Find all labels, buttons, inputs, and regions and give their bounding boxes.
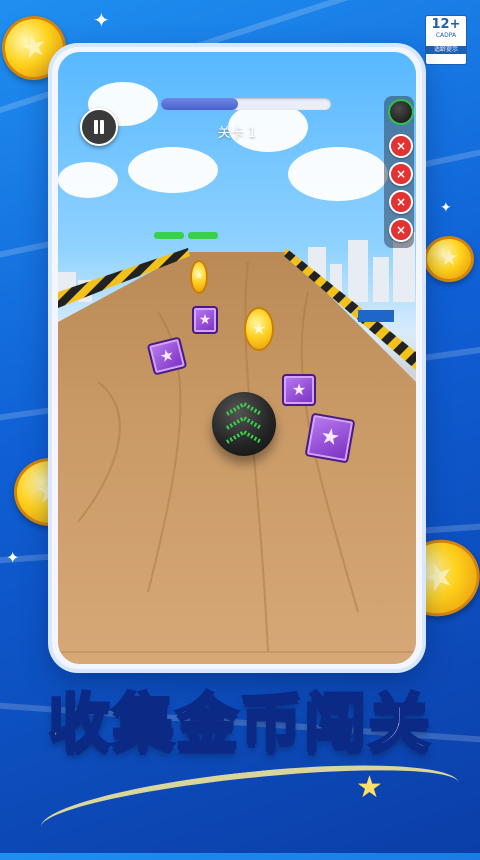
age-rating-badge: 12+ CADPA 适龄提示 <box>425 15 467 65</box>
age-rating-org: CADPA <box>435 32 457 39</box>
sparkle-icon: ✦ <box>6 548 20 567</box>
slogan-part2: 金币闯关 <box>174 685 433 761</box>
slogan-title: 收集金币闯关 <box>0 672 480 762</box>
level-progress-fill <box>161 98 238 110</box>
ball-skin-icon <box>388 99 414 125</box>
age-rating-value: 12+ <box>431 17 461 32</box>
wooden-track <box>58 232 416 664</box>
sparkle-icon: ✦ <box>440 200 452 216</box>
player-ball <box>212 392 276 456</box>
crate-icon: ★ <box>192 306 218 334</box>
crate-icon: ★ <box>304 412 356 464</box>
life-x-icon: × <box>389 218 413 242</box>
crate-icon: ★ <box>282 374 316 406</box>
life-x-icon: × <box>389 190 413 214</box>
coin-icon: ★ <box>244 307 274 351</box>
level-progress-bar <box>161 98 331 110</box>
slogan-part1: 收集 <box>46 685 176 761</box>
coin-decoration-icon: ★ <box>424 236 474 282</box>
coin-icon: ★ <box>190 260 208 294</box>
level-label: 关卡 1 <box>217 126 257 141</box>
game-screen[interactable]: ★ ★ ★ ★ ★ ★ 关卡 1 × × × × <box>58 52 416 664</box>
life-x-icon: × <box>389 162 413 186</box>
age-rating-hint: 适龄提示 <box>426 46 466 54</box>
sparkle-icon: ✦ <box>93 8 110 32</box>
life-x-icon: × <box>389 134 413 158</box>
